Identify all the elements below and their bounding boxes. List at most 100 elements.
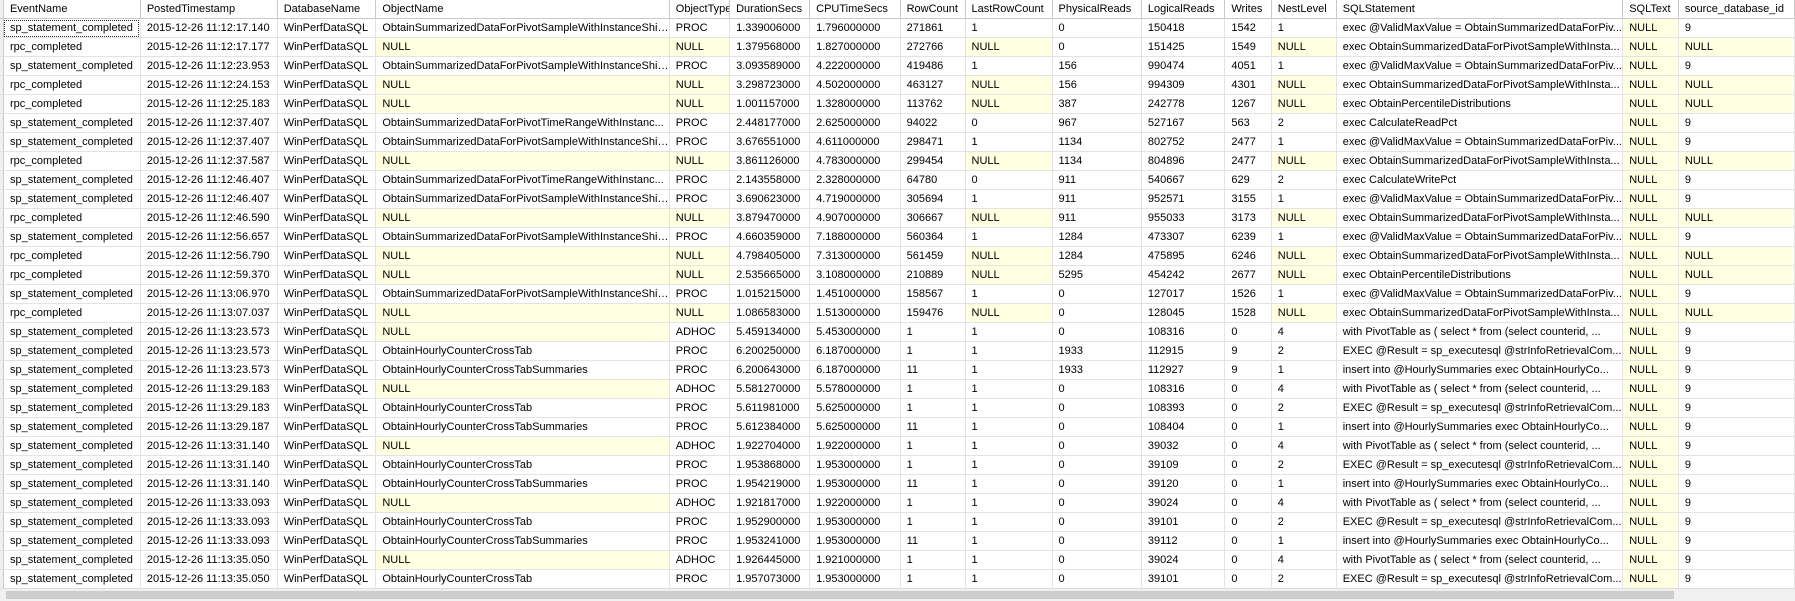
table-cell[interactable]: NULL xyxy=(1622,512,1679,532)
table-cell[interactable]: 2.328000000 xyxy=(809,170,901,190)
table-cell[interactable]: 1 xyxy=(1271,284,1337,304)
table-cell[interactable]: ADHOC xyxy=(669,493,731,513)
table-cell[interactable]: NULL xyxy=(1678,94,1795,114)
table-cell[interactable]: NULL xyxy=(1622,18,1679,38)
table-cell[interactable]: PROC xyxy=(669,341,731,361)
table-cell[interactable]: 108316 xyxy=(1141,379,1226,399)
column-header[interactable]: Writes xyxy=(1224,0,1272,19)
table-cell[interactable]: 1 xyxy=(1271,56,1337,76)
table-cell[interactable]: 802752 xyxy=(1141,132,1226,152)
table-cell[interactable]: WinPerfDataSQL xyxy=(277,18,377,38)
table-cell[interactable]: NULL xyxy=(1622,322,1679,342)
table-cell[interactable]: NULL xyxy=(1622,341,1679,361)
table-cell[interactable]: NULL xyxy=(965,151,1053,171)
table-cell[interactable]: 39032 xyxy=(1141,436,1226,456)
table-cell[interactable]: NULL xyxy=(1271,265,1337,285)
table-cell[interactable]: sp_statement_completed xyxy=(3,417,141,437)
table-row[interactable]: rpc_completed 2015-12-26 11:12:24.153 WinP… xyxy=(0,75,1795,95)
table-cell[interactable]: exec @ValidMaxValue = ObtainSummarizedDa… xyxy=(1336,56,1624,76)
table-cell[interactable]: sp_statement_completed xyxy=(3,531,141,551)
column-header[interactable]: ObjectName xyxy=(375,0,670,19)
table-cell[interactable]: 2015-12-26 11:13:33.093 xyxy=(140,512,278,532)
table-cell[interactable]: ObtainHourlyCounterCrossTabSummaries xyxy=(375,417,670,437)
table-cell[interactable]: WinPerfDataSQL xyxy=(277,208,377,228)
table-cell[interactable]: NULL xyxy=(1271,208,1337,228)
table-cell[interactable]: 1.953000000 xyxy=(809,512,901,532)
table-cell[interactable]: PROC xyxy=(669,284,731,304)
table-cell[interactable]: NULL xyxy=(1622,360,1679,380)
column-header[interactable]: CPUTimeSecs xyxy=(809,0,901,19)
table-cell[interactable]: 1.921817000 xyxy=(729,493,811,513)
table-cell[interactable]: PROC xyxy=(669,56,731,76)
table-cell[interactable]: WinPerfDataSQL xyxy=(277,246,377,266)
table-cell[interactable]: exec CalculateReadPct xyxy=(1336,113,1624,133)
table-cell[interactable]: 4.907000000 xyxy=(809,208,901,228)
table-cell[interactable]: NULL xyxy=(1678,151,1795,171)
table-cell[interactable]: 1.086583000 xyxy=(729,303,811,323)
table-cell[interactable]: 463127 xyxy=(900,75,966,95)
table-cell[interactable]: ObtainHourlyCounterCrossTab xyxy=(375,398,670,418)
table-cell[interactable]: 112915 xyxy=(1141,341,1226,361)
table-cell[interactable]: ObtainHourlyCounterCrossTabSummaries xyxy=(375,531,670,551)
table-cell[interactable]: 6.187000000 xyxy=(809,360,901,380)
table-cell[interactable]: 2477 xyxy=(1224,151,1272,171)
table-row[interactable]: sp_statement_completed 2015-12-26 11:12:3… xyxy=(0,113,1795,133)
column-header[interactable]: source_database_id xyxy=(1678,0,1795,19)
table-cell[interactable]: PROC xyxy=(669,455,731,475)
table-cell[interactable]: 1 xyxy=(965,512,1053,532)
table-cell[interactable]: NULL xyxy=(375,94,670,114)
table-cell[interactable]: 2015-12-26 11:13:31.140 xyxy=(140,455,278,475)
table-cell[interactable]: NULL xyxy=(1622,493,1679,513)
table-cell[interactable]: 0 xyxy=(1052,531,1142,551)
table-cell[interactable]: PROC xyxy=(669,132,731,152)
table-cell[interactable]: NULL xyxy=(1678,75,1795,95)
table-cell[interactable]: 1 xyxy=(900,322,966,342)
table-cell[interactable]: 1.957073000 xyxy=(729,569,811,589)
table-cell[interactable]: 4301 xyxy=(1224,75,1272,95)
table-cell[interactable]: 3.690623000 xyxy=(729,189,811,209)
table-cell[interactable]: exec ObtainPercentileDistributions xyxy=(1336,94,1624,114)
table-cell[interactable]: sp_statement_completed xyxy=(3,284,141,304)
table-cell[interactable]: 9 xyxy=(1678,360,1795,380)
table-row[interactable]: sp_statement_completed 2015-12-26 11:13:3… xyxy=(0,512,1795,532)
table-cell[interactable]: 39024 xyxy=(1141,493,1226,513)
table-row[interactable]: sp_statement_completed 2015-12-26 11:12:5… xyxy=(0,227,1795,247)
table-cell[interactable]: WinPerfDataSQL xyxy=(277,455,377,475)
table-cell[interactable]: ObtainSummarizedDataForPivotSampleWithIn… xyxy=(375,18,670,38)
table-cell[interactable]: sp_statement_completed xyxy=(3,512,141,532)
table-cell[interactable]: NULL xyxy=(375,322,670,342)
table-row[interactable]: sp_statement_completed 2015-12-26 11:12:1… xyxy=(0,18,1795,38)
table-row[interactable]: sp_statement_completed 2015-12-26 11:13:2… xyxy=(0,360,1795,380)
table-cell[interactable]: 1 xyxy=(965,322,1053,342)
table-cell[interactable]: 1 xyxy=(900,512,966,532)
table-cell[interactable]: 2015-12-26 11:12:37.407 xyxy=(140,132,278,152)
table-cell[interactable]: WinPerfDataSQL xyxy=(277,265,377,285)
table-cell[interactable]: EXEC @Result = sp_executesql @strInfoRet… xyxy=(1336,455,1624,475)
table-cell[interactable]: 3.298723000 xyxy=(729,75,811,95)
table-cell[interactable]: NULL xyxy=(375,436,670,456)
table-cell[interactable]: WinPerfDataSQL xyxy=(277,227,377,247)
table-row[interactable]: sp_statement_completed 2015-12-26 11:13:3… xyxy=(0,550,1795,570)
table-cell[interactable]: ObtainSummarizedDataForPivotSampleWithIn… xyxy=(375,132,670,152)
table-cell[interactable]: 0 xyxy=(1052,512,1142,532)
table-cell[interactable]: WinPerfDataSQL xyxy=(277,531,377,551)
table-cell[interactable]: 0 xyxy=(1052,18,1142,38)
table-cell[interactable]: 1 xyxy=(900,550,966,570)
table-cell[interactable]: 0 xyxy=(1224,531,1272,551)
table-cell[interactable]: NULL xyxy=(1622,569,1679,589)
table-cell[interactable]: 2015-12-26 11:13:35.050 xyxy=(140,569,278,589)
table-cell[interactable]: 1 xyxy=(1271,360,1337,380)
table-cell[interactable]: 1 xyxy=(965,189,1053,209)
table-cell[interactable]: ObtainSummarizedDataForPivotSampleWithIn… xyxy=(375,189,670,209)
table-cell[interactable]: 112927 xyxy=(1141,360,1226,380)
table-cell[interactable]: 2015-12-26 11:13:29.187 xyxy=(140,417,278,437)
table-cell[interactable]: 1.827000000 xyxy=(809,37,901,57)
table-cell[interactable]: 3.108000000 xyxy=(809,265,901,285)
table-cell[interactable]: 3155 xyxy=(1224,189,1272,209)
column-header[interactable]: SQLStatement xyxy=(1336,0,1624,19)
table-cell[interactable]: sp_statement_completed xyxy=(3,18,141,38)
table-cell[interactable]: 4.660359000 xyxy=(729,227,811,247)
table-cell[interactable]: 94022 xyxy=(900,113,966,133)
table-cell[interactable]: NULL xyxy=(1622,398,1679,418)
table-cell[interactable]: exec @ValidMaxValue = ObtainSummarizedDa… xyxy=(1336,227,1624,247)
